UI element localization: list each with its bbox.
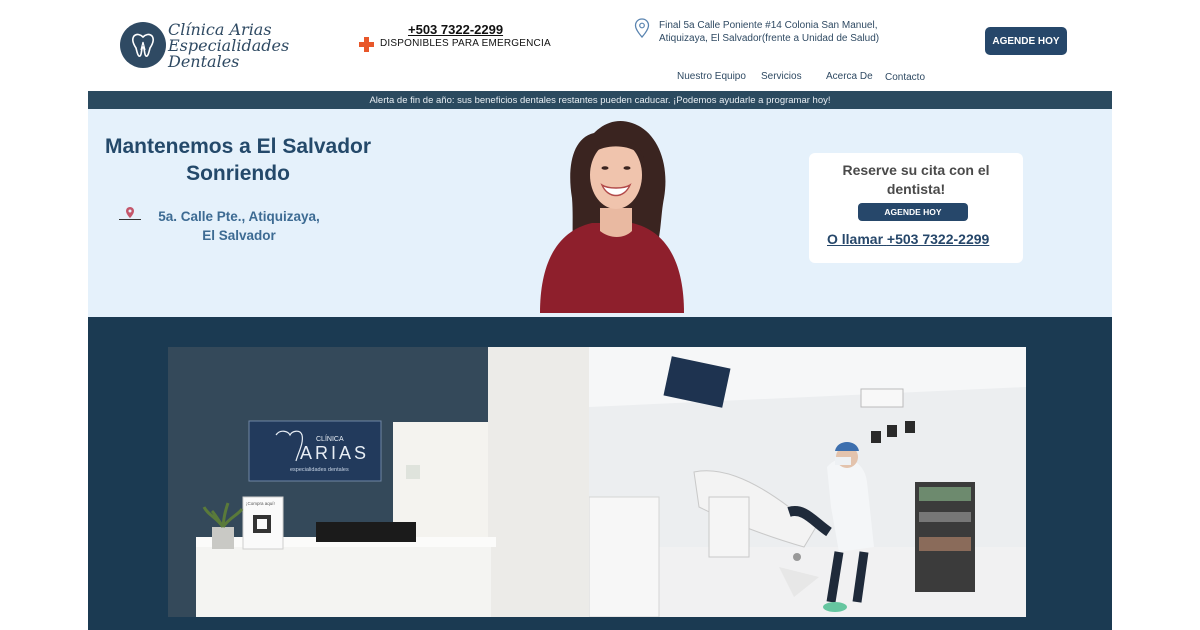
call-phone-link[interactable]: O llamar +503 7322-2299 [827,231,989,247]
clinic-gallery: CLÍNICA ARIAS especialidades dentales ¡C… [88,317,1112,630]
hero-title: Mantenemos a El Salvador Sonriendo [88,133,388,187]
booking-title-line-1: Reserve su cita con el [842,162,990,178]
book-now-button[interactable]: AGENDE HOY [985,27,1067,55]
treatment-room-photo [589,347,1026,617]
hero-title-line-2: Sonriendo [186,162,290,185]
qr-card-text: ¡Compra aquí! [246,501,275,506]
location-pin-icon [118,206,142,227]
reception-photo: CLÍNICA ARIAS especialidades dentales ¡C… [168,347,589,617]
call-prefix: O llamar [827,231,884,247]
medical-cross-icon [358,36,375,58]
booking-title: Reserve su cita con el dentista! [809,161,1023,199]
booking-card: Reserve su cita con el dentista! AGENDE … [809,153,1023,263]
tooth-logo-icon [120,22,166,68]
emergency-label: DISPONIBLES PARA EMERGENCIA [380,38,551,49]
hero-location-line-2: El Salvador [202,228,276,243]
nav-item-services[interactable]: Servicios [761,71,802,82]
booking-book-now-button[interactable]: AGENDE HOY [858,203,968,221]
address-text: Final 5a Calle Poniente #14 Colonia San … [659,19,879,45]
hero-section: Mantenemos a El Salvador Sonriendo 5a. C… [88,109,1112,317]
announcement-bar: Alerta de fin de año: sus beneficios den… [88,91,1112,109]
address-line-1: Final 5a Calle Poniente #14 Colonia San … [659,20,878,31]
map-pin-icon [634,18,650,43]
smiling-woman-portrait [532,113,692,313]
clinic-logo[interactable]: Clínica Arias Especialidades Dentales [120,20,289,74]
emergency-phone-link[interactable]: +503 7322-2299 [408,22,503,37]
hero-location-line-1: 5a. Calle Pte., Atiquizaya, [158,209,320,224]
hero-location-text: 5a. Calle Pte., Atiquizaya, El Salvador [144,207,334,245]
sign-sub-text: especialidades dentales [290,467,349,473]
nav-item-about[interactable]: Acerca De [826,71,873,82]
nav-item-team[interactable]: Nuestro Equipo [677,71,746,82]
page: Clínica Arias Especialidades Dentales +5… [88,0,1112,630]
sign-big-text: ARIAS [300,443,369,463]
address-line-2: Atiquizaya, El Salvador(frente a Unidad … [659,33,880,44]
booking-title-line-2: dentista! [886,181,946,197]
logo-line-3: Dentales [168,52,240,71]
hero-title-line-1: Mantenemos a El Salvador [104,135,372,158]
logo-wordmark: Clínica Arias Especialidades Dentales [168,22,289,70]
nav-item-contact[interactable]: Contacto [885,72,925,83]
call-phone: +503 7322-2299 [886,231,990,247]
site-header: Clínica Arias Especialidades Dentales +5… [88,0,1112,91]
sign-small-text: CLÍNICA [316,434,344,443]
